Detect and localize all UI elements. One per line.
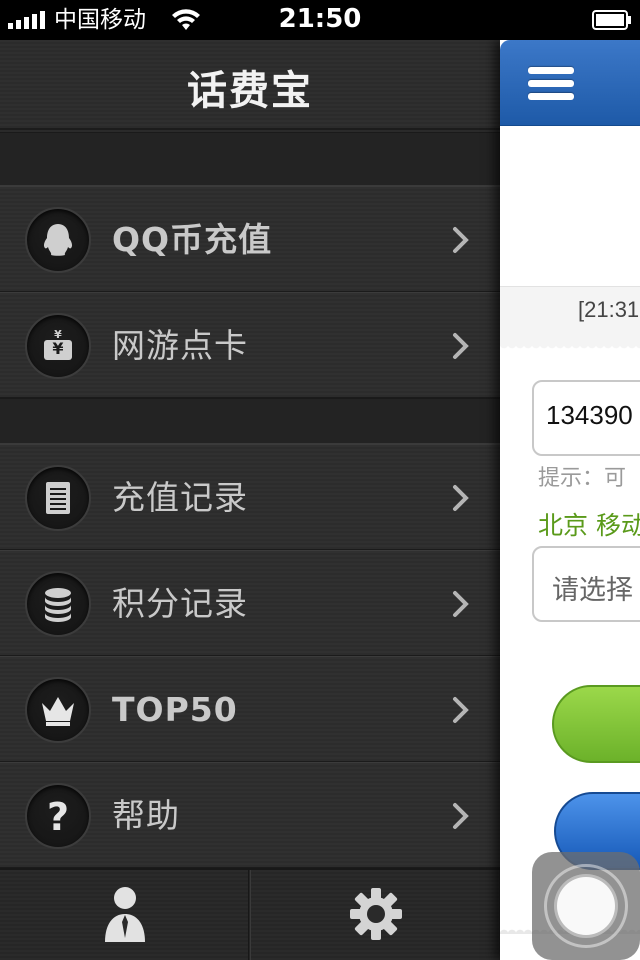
assistive-touch-button[interactable] — [532, 852, 640, 960]
chevron-right-icon — [453, 803, 469, 829]
battery-icon — [592, 10, 631, 30]
menu-item-top50[interactable]: TOP50 — [0, 656, 500, 762]
green-action-button[interactable] — [552, 685, 640, 763]
menu-item-help[interactable]: ? 帮助 — [0, 762, 500, 868]
notepad-icon — [25, 465, 91, 531]
menu-item-label: 帮助 — [112, 796, 180, 835]
coin-stack-icon — [25, 571, 91, 637]
menu-item-qq-recharge[interactable]: QQ币充值 — [0, 186, 500, 292]
svg-text:¥: ¥ — [54, 328, 62, 341]
svg-text:?: ? — [47, 795, 69, 837]
menu-item-label: TOP50 — [112, 690, 238, 729]
message-time: [21:31 — [578, 297, 640, 322]
gear-icon — [350, 888, 402, 940]
status-time: 21:50 — [278, 4, 362, 34]
chevron-right-icon — [453, 227, 469, 253]
amount-placeholder: 请选择 — [552, 575, 633, 606]
app-title: 话费宝 — [187, 68, 313, 114]
main-panel: [21:31 提示：可 北京 移动 请选择 — [500, 40, 640, 960]
phone-number-field[interactable] — [532, 380, 640, 456]
menu-item-points-history[interactable]: 积分记录 — [0, 550, 500, 656]
menu-item-recharge-history[interactable]: 充值记录 — [0, 444, 500, 550]
menu-header: 话费宝 — [0, 40, 500, 130]
menu-item-label: 网游点卡 — [112, 326, 248, 365]
user-icon — [105, 887, 145, 942]
menu-toggle-button[interactable] — [528, 65, 576, 101]
menu-item-label: 充值记录 — [112, 478, 248, 517]
chevron-right-icon — [453, 591, 469, 617]
message-band: [21:31 — [500, 286, 640, 352]
question-icon: ? — [25, 783, 91, 849]
chevron-right-icon — [453, 697, 469, 723]
game-card-icon: ¥ ¥ — [25, 313, 91, 379]
phone-number-input[interactable] — [546, 400, 640, 431]
settings-button[interactable] — [250, 870, 499, 960]
chevron-right-icon — [453, 333, 469, 359]
chevron-right-icon — [453, 485, 469, 511]
carrier-location: 北京 移动 — [538, 511, 640, 540]
amount-select[interactable]: 请选择 — [532, 546, 640, 622]
crown-icon — [25, 677, 91, 743]
menu-item-label: QQ币充值 — [112, 220, 273, 259]
menu-divider — [0, 132, 500, 186]
qq-penguin-icon — [25, 207, 91, 273]
status-bar: 中国移动 21:50 — [0, 0, 640, 40]
svg-text:¥: ¥ — [52, 339, 63, 358]
menu-item-label: 积分记录 — [112, 584, 248, 623]
account-button[interactable] — [0, 870, 249, 960]
hint-text: 提示：可 — [538, 466, 627, 491]
side-menu: 话费宝 QQ币充值 ¥ ¥ 网游点卡 充值记录 积分记录 TOP50 ? 帮助 — [0, 40, 500, 960]
top-nav-bar — [500, 40, 640, 126]
menu-divider — [0, 398, 500, 444]
menu-footer — [0, 868, 500, 960]
menu-item-game-card[interactable]: ¥ ¥ 网游点卡 — [0, 292, 500, 398]
